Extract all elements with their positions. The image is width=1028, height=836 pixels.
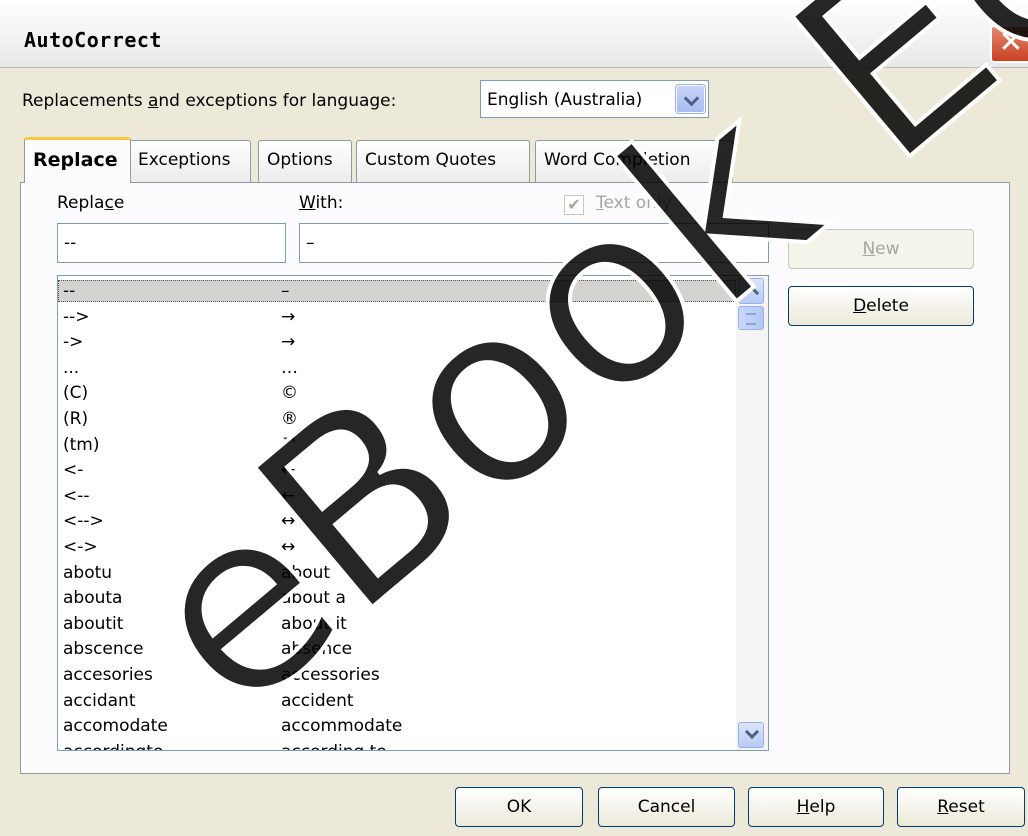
with-cell: according to (281, 741, 387, 750)
replace-column-label: Replace (57, 193, 125, 213)
close-icon: ✕ (998, 25, 1024, 60)
replace-cell: accomodate (63, 716, 168, 737)
with-cell: ® (281, 409, 298, 429)
replace-cell: -- (63, 281, 76, 301)
with-cell: about (281, 562, 331, 583)
tab-options[interactable]: Options (258, 140, 352, 182)
table-row[interactable]: -> → (58, 331, 736, 353)
replacement-table[interactable]: -- – --> → -> →...… (C) © (R) ® (tm) ™ <- ← <-- ← <--> ↔ <… (57, 275, 769, 751)
window-title: AutoCorrect (24, 28, 162, 52)
with-cell: … (281, 357, 298, 378)
replace-cell: -> (63, 332, 84, 353)
reset-button[interactable]: Reset (897, 787, 1025, 827)
with-cell: → (281, 306, 296, 327)
replace-cell: accordingto (63, 741, 163, 750)
replace-cell: <-> (63, 537, 98, 557)
close-button[interactable]: ✕ (990, 25, 1028, 63)
table-row[interactable]: <--> ↔ (58, 510, 736, 532)
replace-cell: <--> (63, 511, 104, 532)
with-cell: © (281, 383, 298, 404)
ok-button[interactable]: OK (455, 787, 583, 827)
table-row[interactable]: (R) ® (58, 408, 736, 430)
replace-cell: (C) (63, 383, 89, 404)
tab-replace[interactable]: Replace (24, 137, 131, 183)
replace-cell: (R) (63, 409, 89, 429)
with-input[interactable]: – (299, 223, 769, 263)
delete-button[interactable]: Delete (788, 286, 974, 326)
scroll-up-icon[interactable] (738, 278, 764, 304)
table-row[interactable]: <- ← (58, 459, 736, 481)
with-cell: absence (281, 639, 353, 660)
with-cell: about it (281, 613, 347, 634)
help-button[interactable]: Help (748, 787, 884, 827)
replace-cell: abotu (63, 562, 113, 583)
with-cell: ← (281, 485, 296, 506)
with-cell: ↔ (281, 511, 296, 532)
table-row[interactable]: <-- ← (58, 485, 736, 507)
table-row[interactable]: aboutit about it (58, 613, 736, 635)
table-row[interactable]: abouta about a (58, 587, 736, 609)
table-row[interactable]: abscence absence (58, 638, 736, 660)
table-row[interactable]: --> → (58, 306, 736, 328)
tab-custom-quotes[interactable]: Custom Quotes (356, 140, 530, 182)
table-row[interactable]: accordingto according to (58, 741, 736, 750)
with-cell: – (281, 281, 290, 301)
with-cell: accommodate (281, 716, 403, 737)
title-bar: AutoCorrect ✕ (0, 0, 1028, 68)
vertical-scrollbar[interactable] (736, 276, 768, 750)
table-row[interactable]: -- – (58, 280, 736, 302)
replace-cell: ... (63, 357, 80, 378)
scroll-thumb[interactable] (738, 306, 764, 330)
with-column-label: With: (299, 193, 344, 213)
replace-cell: abscence (63, 639, 144, 660)
with-cell: ← (281, 460, 296, 481)
with-cell: about a (281, 588, 346, 609)
language-value: English (Australia) (487, 90, 643, 110)
text-only-checkbox[interactable]: ✔ (564, 195, 584, 215)
scroll-down-icon[interactable] (738, 722, 764, 748)
cancel-button[interactable]: Cancel (598, 787, 735, 827)
table-row[interactable]: accesories accessories (58, 664, 736, 686)
table-row[interactable]: accidant accident (58, 690, 736, 712)
table-row[interactable]: abotu about (58, 562, 736, 584)
tab-word-completion[interactable]: Word Completion (535, 140, 733, 182)
tab-exceptions[interactable]: Exceptions (129, 140, 251, 182)
replace-cell: --> (63, 306, 90, 327)
table-row[interactable]: (C) © (58, 382, 736, 404)
checkmark-icon: ✔ (567, 195, 581, 214)
replace-cell: aboutit (63, 613, 124, 634)
replace-cell: accesories (63, 665, 153, 685)
replace-cell: abouta (63, 588, 123, 609)
text-only-label: Text only (596, 193, 672, 213)
with-cell: accessories (281, 665, 380, 685)
table-row[interactable]: (tm) ™ (58, 434, 736, 456)
replace-input[interactable]: -- (57, 223, 286, 263)
with-cell: ↔ (281, 537, 296, 557)
language-select[interactable]: English (Australia) (480, 80, 709, 118)
table-row[interactable]: accomodate accommodate (58, 715, 736, 737)
with-cell: → (281, 332, 296, 353)
chevron-down-icon[interactable] (675, 84, 706, 114)
language-label: Replacements and exceptions for language… (22, 91, 397, 111)
table-row[interactable]: ... … (58, 357, 736, 379)
new-button[interactable]: New (788, 229, 974, 269)
with-cell: accident (281, 690, 354, 711)
with-cell: ™ (281, 434, 298, 455)
replace-cell: (tm) (63, 434, 100, 455)
table-row[interactable]: <-> ↔ (58, 536, 736, 558)
replace-cell: accidant (63, 690, 136, 711)
replace-cell: <-- (63, 485, 90, 506)
replace-cell: <- (63, 460, 84, 481)
